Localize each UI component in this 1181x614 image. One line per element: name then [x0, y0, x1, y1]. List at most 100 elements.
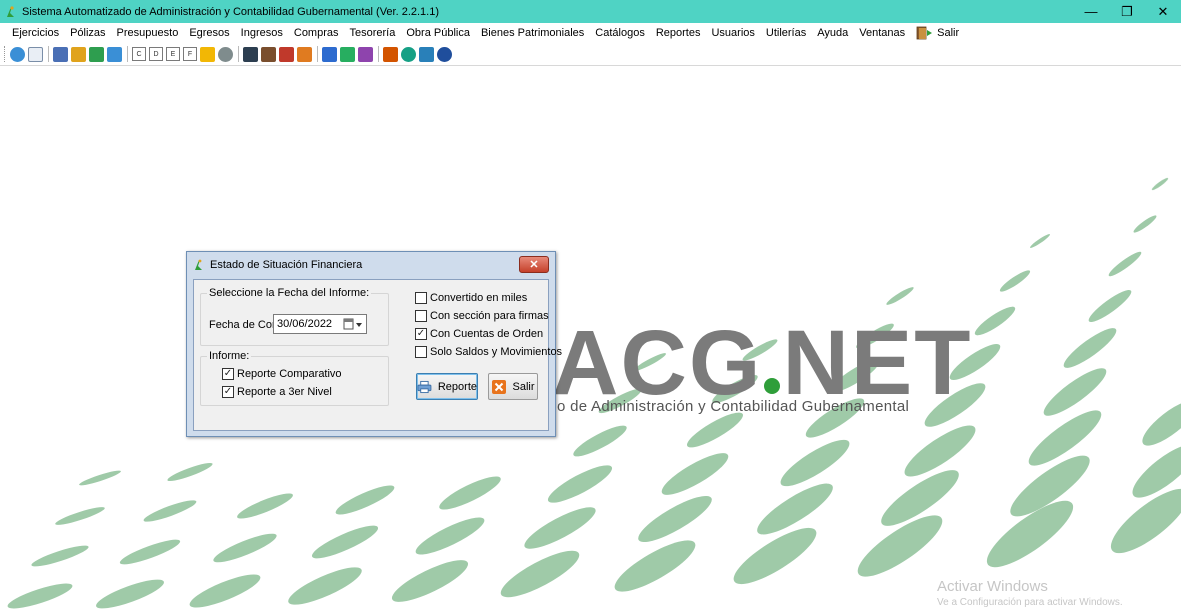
- menu-catalogos[interactable]: Catálogos: [595, 27, 645, 39]
- informe-group: Informe: ✓ Reporte Comparativo ✓ Reporte…: [200, 350, 389, 406]
- minimize-button[interactable]: —: [1073, 0, 1109, 23]
- checkbox-box[interactable]: [415, 346, 427, 358]
- menu-salir[interactable]: Salir: [916, 26, 959, 40]
- menu-utilerias[interactable]: Utilerías: [766, 27, 806, 39]
- gear-icon[interactable]: [218, 46, 233, 62]
- report-icon[interactable]: [322, 46, 337, 62]
- tools-icon[interactable]: [340, 46, 355, 62]
- letter-e-icon[interactable]: E: [166, 47, 180, 61]
- toolbar-separator: [48, 46, 49, 62]
- menu-bienes-patrimoniales[interactable]: Bienes Patrimoniales: [481, 27, 584, 39]
- checkbox-label: Reporte a 3er Nivel: [237, 386, 332, 398]
- toolbar-separator: [378, 46, 379, 62]
- mdi-workspace: ACG NET o de Administración y Contabilida…: [0, 65, 1181, 614]
- dialog-close-button[interactable]: ✕: [519, 256, 549, 273]
- menu-compras[interactable]: Compras: [294, 27, 339, 39]
- menu-obra-publica[interactable]: Obra Pública: [406, 27, 470, 39]
- checkbox-box[interactable]: [415, 292, 427, 304]
- saldos-movimientos-checkbox[interactable]: Solo Saldos y Movimientos: [415, 346, 562, 358]
- map-icon[interactable]: [358, 46, 373, 62]
- transfer-icon[interactable]: [71, 46, 86, 62]
- reporte-button-label: Reporte: [437, 380, 477, 393]
- letter-d-icon[interactable]: D: [149, 47, 163, 61]
- checkbox-label: Solo Saldos y Movimientos: [430, 346, 563, 358]
- save-icon[interactable]: [53, 46, 68, 62]
- dialog-title: Estado de Situación Financiera: [210, 259, 363, 271]
- menu-salir-label: Salir: [937, 27, 960, 39]
- checkbox-label: Convertido en miles: [430, 292, 528, 304]
- clipboard-icon[interactable]: [243, 46, 258, 62]
- close-button[interactable]: ✕: [1145, 0, 1181, 23]
- toolbar-separator: [317, 46, 318, 62]
- checkbox-label: Reporte Comparativo: [237, 368, 342, 380]
- checkbox-box[interactable]: ✓: [222, 386, 234, 398]
- cuentas-orden-checkbox[interactable]: ✓ Con Cuentas de Orden: [415, 328, 543, 340]
- document-icon[interactable]: [28, 46, 43, 62]
- menu-usuarios[interactable]: Usuarios: [711, 27, 754, 39]
- date-group: Seleccione la Fecha del Informe: Fecha d…: [200, 287, 389, 346]
- salir-button[interactable]: Salir: [488, 373, 538, 400]
- watermark-subtitle: Ve a Configuración para activar Windows.: [937, 597, 1123, 608]
- user-icon[interactable]: [401, 46, 416, 62]
- menu-presupuesto[interactable]: Presupuesto: [117, 27, 179, 39]
- checkbox-label: Con Cuentas de Orden: [430, 328, 544, 340]
- activation-watermark: Activar Windows Ve a Configuración para …: [937, 578, 1123, 608]
- logo-dot: [764, 378, 781, 394]
- fecha-corte-picker[interactable]: 30/06/2022: [273, 314, 367, 334]
- watermark-title: Activar Windows: [937, 578, 1048, 595]
- menu-bar: Ejercicios Pólizas Presupuesto Egresos I…: [0, 23, 1181, 43]
- dialog-body: Seleccione la Fecha del Informe: Fecha d…: [193, 279, 562, 431]
- fecha-corte-value: 30/06/2022: [277, 318, 333, 330]
- refresh-icon[interactable]: [10, 46, 25, 62]
- exit-door-icon: [916, 26, 933, 40]
- menu-tesoreria[interactable]: Tesorería: [350, 27, 396, 39]
- maximize-button[interactable]: ❐: [1109, 0, 1145, 23]
- window-titlebar: Sistema Automatizado de Administración y…: [0, 0, 1181, 23]
- reporte-button[interactable]: Reporte: [416, 373, 478, 400]
- menu-reportes[interactable]: Reportes: [656, 27, 701, 39]
- printer-icon: [417, 380, 432, 393]
- reporte-3er-nivel-checkbox[interactable]: ✓ Reporte a 3er Nivel: [222, 386, 332, 398]
- reporte-comparativo-checkbox[interactable]: ✓ Reporte Comparativo: [222, 368, 342, 380]
- app-icon: [195, 259, 202, 270]
- toolbar: C D E F: [0, 43, 1181, 65]
- menu-ventanas[interactable]: Ventanas: [859, 27, 905, 39]
- menu-polizas[interactable]: Pólizas: [70, 27, 105, 39]
- window-controls: — ❐ ✕: [1073, 0, 1181, 23]
- logo-subtitle: o de Administración y Contabilidad Guber…: [557, 398, 910, 415]
- window-icon[interactable]: [419, 46, 434, 62]
- window-title: Sistema Automatizado de Administración y…: [22, 5, 440, 18]
- checkbox-box[interactable]: ✓: [222, 368, 234, 380]
- checkbox-box[interactable]: ✓: [415, 328, 427, 340]
- grid-icon[interactable]: [107, 46, 122, 62]
- box-icon[interactable]: [297, 46, 312, 62]
- estado-situacion-dialog: Estado de Situación Financiera ✕ Selecci…: [186, 251, 562, 437]
- toolbar-grip[interactable]: [4, 46, 7, 62]
- letter-c-icon[interactable]: C: [132, 47, 146, 61]
- letter-f-icon[interactable]: F: [183, 47, 197, 61]
- date-group-legend: Seleccione la Fecha del Informe:: [207, 287, 372, 299]
- edit-icon[interactable]: [261, 46, 276, 62]
- calendar-icon: [343, 318, 362, 330]
- tree-icon[interactable]: [383, 46, 398, 62]
- p-badge-icon[interactable]: [200, 46, 215, 62]
- checkbox-box[interactable]: [415, 310, 427, 322]
- convertido-miles-checkbox[interactable]: Convertido en miles: [415, 292, 527, 304]
- checkbox-label: Con sección para firmas: [430, 310, 549, 322]
- menu-ayuda[interactable]: Ayuda: [817, 27, 848, 39]
- toolbar-separator: [238, 46, 239, 62]
- calendar-icon[interactable]: [89, 46, 104, 62]
- toolbar-separator: [127, 46, 128, 62]
- seccion-firmas-checkbox[interactable]: Con sección para firmas: [415, 310, 549, 322]
- help-icon[interactable]: [437, 46, 452, 62]
- informe-group-legend: Informe:: [207, 350, 252, 362]
- menu-ejercicios[interactable]: Ejercicios: [12, 27, 59, 39]
- chart-icon[interactable]: [279, 46, 294, 62]
- acg-net-logo: ACG NET: [552, 317, 972, 409]
- calendar-dropdown-button[interactable]: [342, 317, 364, 331]
- app-icon: [7, 5, 14, 17]
- menu-ingresos[interactable]: Ingresos: [241, 27, 283, 39]
- salir-button-label: Salir: [512, 380, 535, 393]
- menu-egresos[interactable]: Egresos: [189, 27, 229, 39]
- dialog-titlebar[interactable]: Estado de Situación Financiera ✕: [187, 252, 555, 278]
